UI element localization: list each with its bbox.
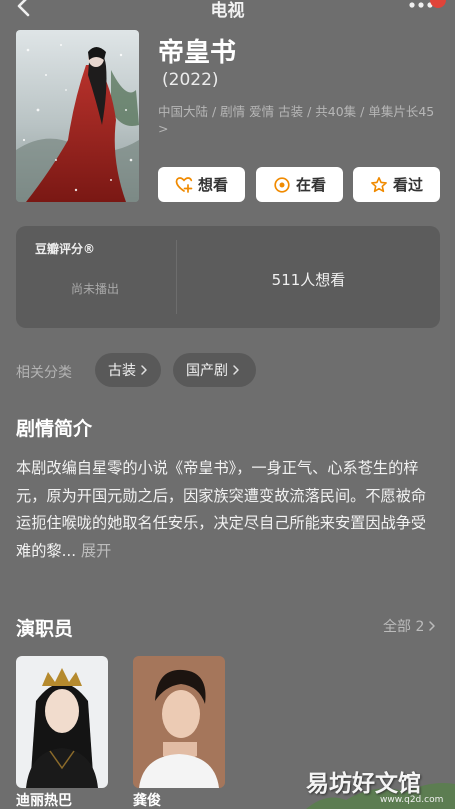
actor-photo-image: [133, 656, 225, 788]
synopsis-text: 本剧改编自星零的小说《帝皇书》，一身正气、心系苍生的梓元，原为开国元勋之后，因家…: [16, 455, 440, 565]
want-to-watch-button[interactable]: 想看: [158, 167, 245, 202]
chevron-right-icon: [429, 621, 436, 631]
cast-title: 演职员: [16, 618, 74, 640]
cast-name-2: 龚俊: [133, 793, 161, 809]
want-to-watch-label: 想看: [197, 176, 228, 194]
show-title: 帝皇书: [158, 38, 237, 68]
synopsis-body: 本剧改编自星零的小说《帝皇书》，一身正气、心系苍生的梓元，原为开国元勋之后，因家…: [16, 459, 427, 560]
chevron-right-icon: [141, 365, 147, 375]
want-count: 511人想看: [271, 271, 346, 289]
watched-button[interactable]: 看过: [353, 167, 440, 202]
cast-photo-2[interactable]: [133, 656, 225, 788]
douban-rating-label: 豆瓣评分®: [35, 242, 96, 256]
rating-card[interactable]: 豆瓣评分® 尚未播出 511人想看: [16, 226, 440, 328]
tag-costume-label: 古装: [108, 363, 136, 379]
watched-label: 看过: [392, 176, 423, 194]
watching-button[interactable]: 在看: [256, 167, 343, 202]
expand-link[interactable]: 展开: [81, 542, 111, 560]
rating-status: 尚未播出: [70, 282, 119, 296]
cast-name-1: 迪丽热巴: [16, 793, 72, 809]
cast-photo-1[interactable]: [16, 656, 108, 788]
heart-plus-icon: [175, 176, 193, 193]
chevron-right-icon: [233, 365, 239, 375]
tag-domestic-drama-label: 国产剧: [186, 363, 228, 379]
show-meta-info[interactable]: 中国大陆 / 剧情 爱情 古装 / 共40集 / 单集片长45 >: [158, 103, 438, 137]
cast-all-label: 全部 2: [383, 619, 425, 635]
show-year: (2022): [162, 70, 219, 90]
star-icon: [371, 176, 387, 192]
top-nav-bar: 电视: [0, 0, 455, 22]
target-icon: [274, 176, 290, 193]
tag-domestic-drama[interactable]: 国产剧: [173, 353, 256, 387]
synopsis-title: 剧情简介: [16, 418, 93, 440]
related-categories-label: 相关分类: [16, 365, 72, 381]
tag-costume[interactable]: 古装: [95, 353, 161, 387]
show-poster[interactable]: [16, 30, 139, 202]
nav-title: 电视: [210, 1, 245, 21]
watermark-text: 易坊好文馆: [306, 771, 421, 797]
cast-view-all[interactable]: 全部 2: [383, 616, 436, 636]
watermark-url: www.q2d.com: [380, 795, 444, 805]
actor-photo-image: [16, 656, 108, 788]
poster-image: [16, 30, 139, 202]
watching-label: 在看: [295, 176, 326, 194]
